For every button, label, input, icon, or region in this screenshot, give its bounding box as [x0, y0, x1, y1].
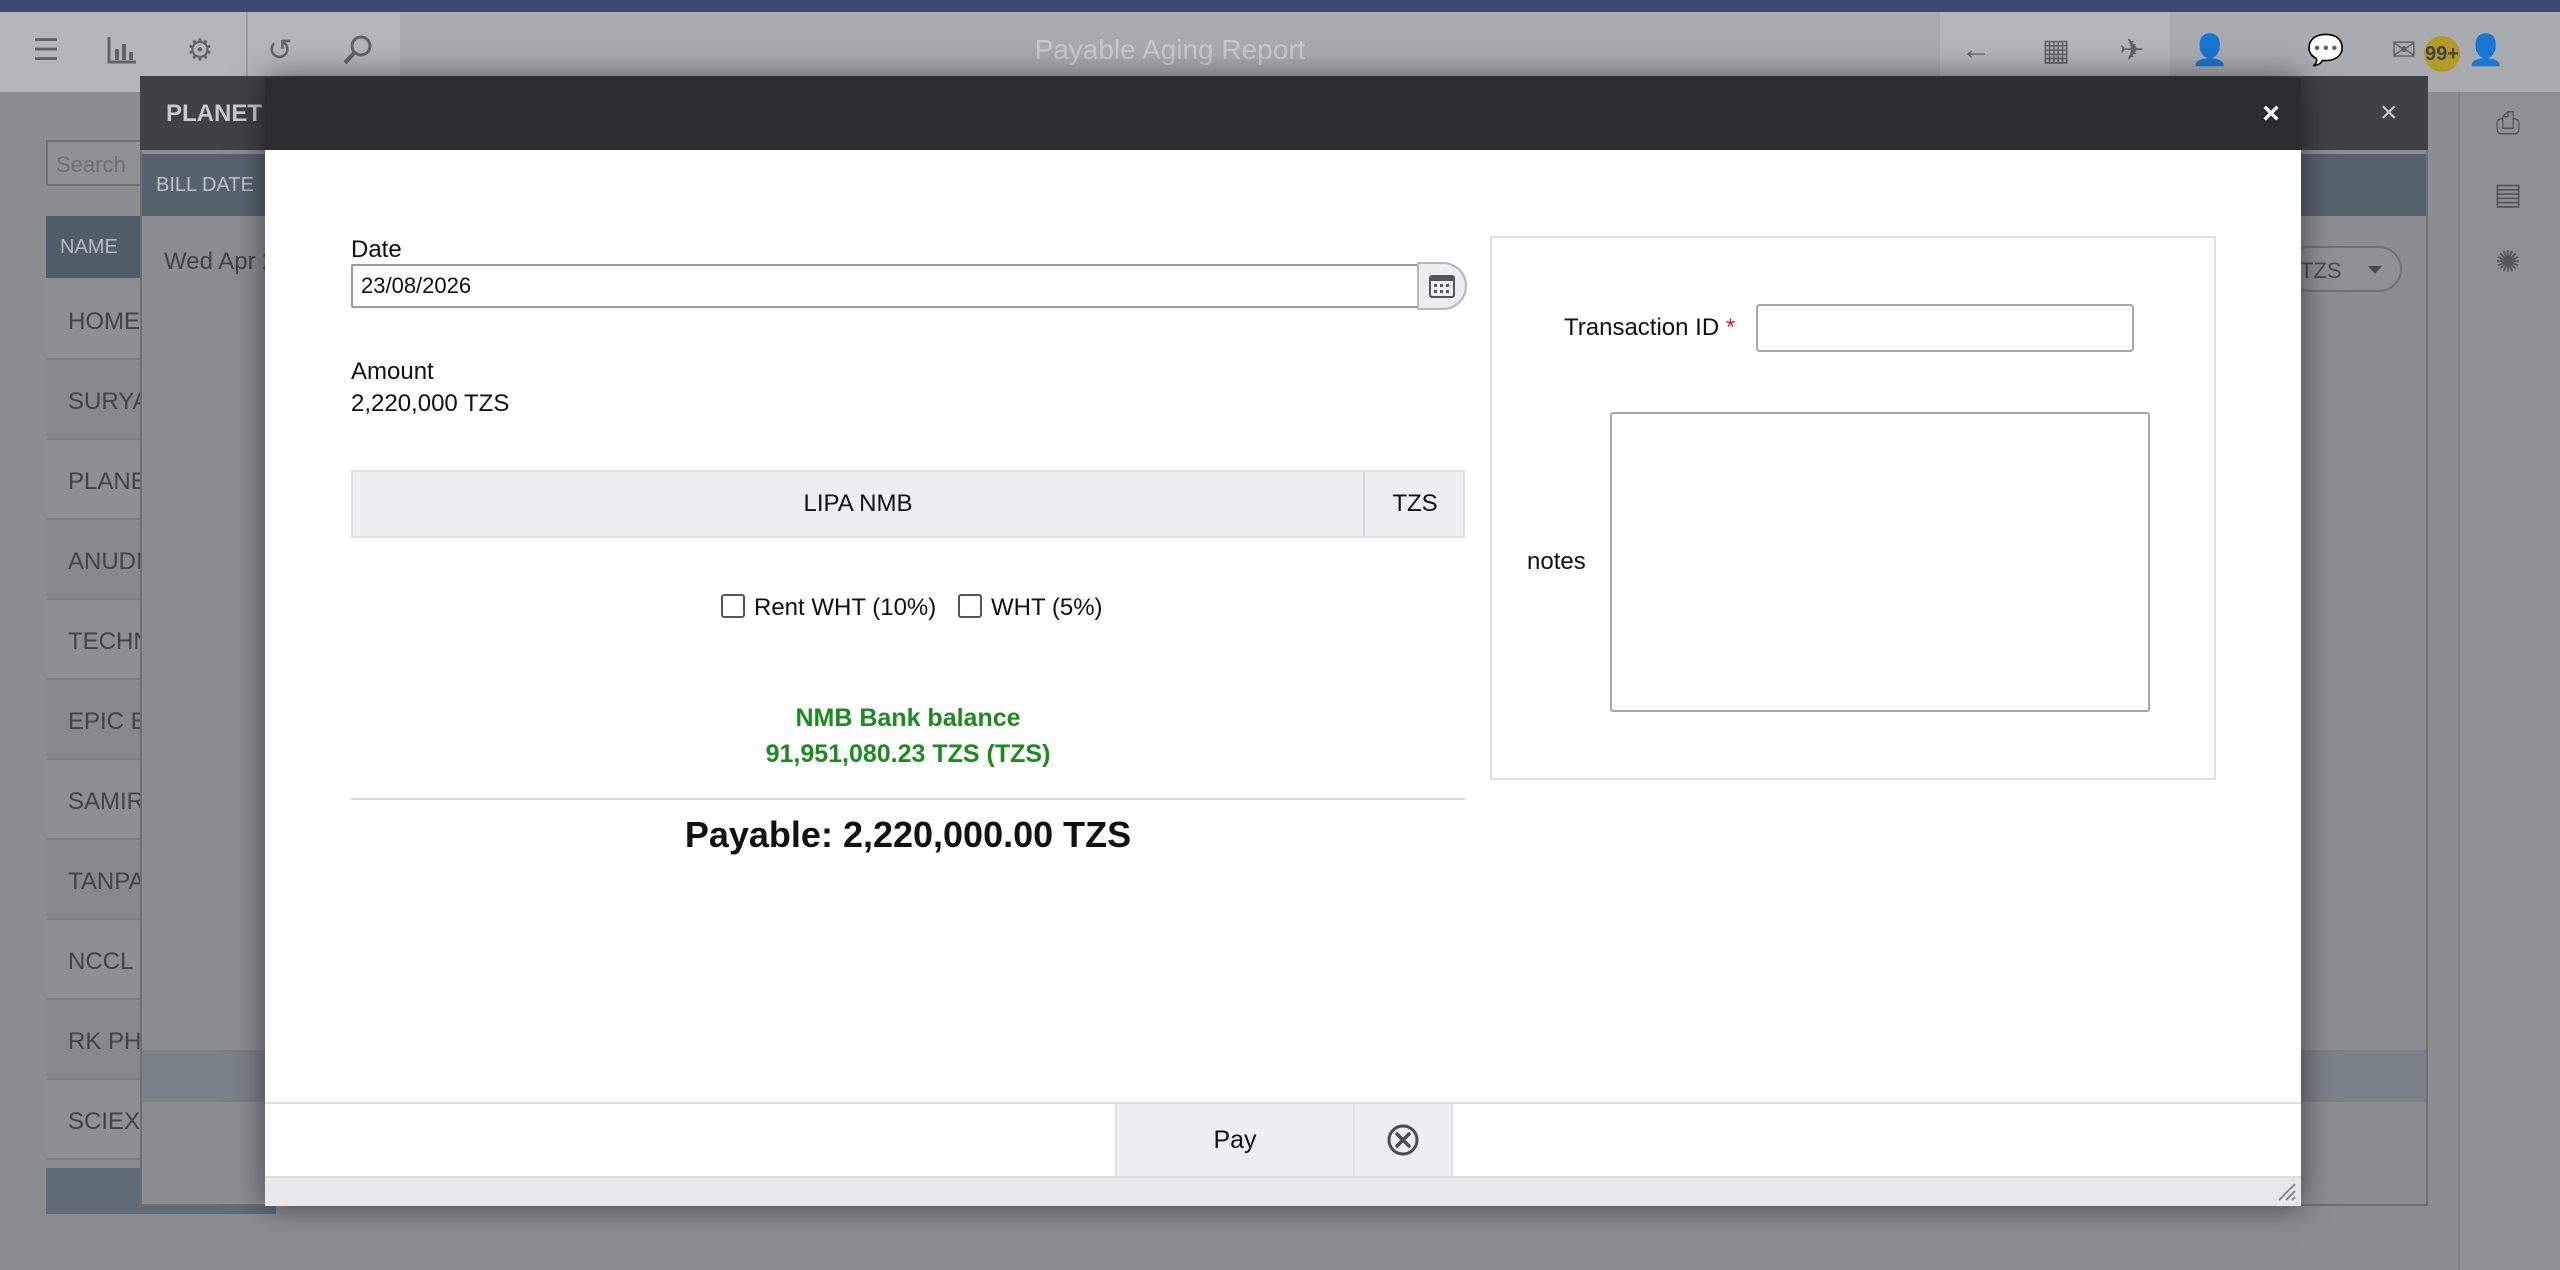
payment-method-table: LIPA NMB TZS	[351, 470, 1465, 538]
close-icon[interactable]: ×	[2253, 96, 2289, 132]
rent-wht-label: Rent WHT (10%)	[754, 594, 937, 621]
users-icon[interactable]: 👤	[2190, 30, 2230, 70]
notification-badge[interactable]: 99+	[2424, 36, 2460, 72]
date-label: Date	[351, 236, 402, 263]
vendor-bills-close-icon[interactable]: ×	[2380, 96, 2398, 130]
loading-icon[interactable]: ✺	[2490, 244, 2526, 280]
page-title: Payable Aging Report	[1034, 34, 1306, 65]
amount-label: Amount	[351, 358, 434, 385]
payable-divider	[351, 798, 1465, 800]
date-field[interactable]	[351, 264, 1421, 308]
wht-label: WHT (5%)	[991, 594, 1103, 621]
back-arrow-icon[interactable]: ←	[1956, 30, 1996, 70]
bill-date-column-header: BILL DATE	[156, 174, 254, 196]
notes-label: notes	[1527, 548, 1586, 575]
chat-icon[interactable]: 💬	[2306, 30, 2346, 70]
resize-grip-icon[interactable]	[2275, 1180, 2297, 1202]
transaction-id-label-text: Transaction ID	[1564, 314, 1720, 341]
bank-balance-title: NMB Bank balance	[795, 704, 1021, 732]
currency-select[interactable]: TZS	[2286, 246, 2402, 292]
rent-wht-checkbox[interactable]	[721, 594, 745, 618]
mail-icon[interactable]: ✉	[2384, 30, 2424, 70]
transaction-id-label: Transaction ID *	[1564, 314, 1735, 342]
payment-dialog-header	[265, 78, 2301, 150]
excel-icon[interactable]: ▤	[2490, 176, 2526, 212]
menu-icon[interactable]: ☰	[26, 30, 66, 70]
chart-icon[interactable]	[102, 30, 142, 70]
print-icon[interactable]: ⎙	[2490, 106, 2526, 142]
wht-checkbox[interactable]	[958, 594, 982, 618]
transaction-id-input[interactable]	[1756, 304, 2134, 352]
calendar-button[interactable]	[1417, 262, 1467, 310]
pay-button[interactable]: Pay	[1115, 1104, 1355, 1176]
dialog-bottom-bar	[265, 1176, 2301, 1206]
cancel-button[interactable]	[1355, 1104, 1453, 1176]
payable-total: Payable: 2,220,000.00 TZS	[684, 814, 1132, 855]
search-icon[interactable]	[338, 30, 378, 70]
settings-icon[interactable]: ⚙	[180, 30, 220, 70]
required-marker: *	[1725, 314, 1736, 341]
cancel-circle-icon	[1387, 1124, 1419, 1156]
calendar-icon	[1429, 275, 1455, 298]
payment-method-cell[interactable]: LIPA NMB	[353, 472, 1365, 536]
bill-date-cell: Wed Apr 2	[164, 248, 276, 275]
vendor-bills-dialog-title: PLANET	[166, 100, 262, 127]
bank-balance-value: 91,951,080.23 TZS (TZS)	[765, 740, 1051, 768]
history-icon[interactable]: ↺	[260, 30, 300, 70]
amount-value: 2,220,000 TZS	[351, 390, 510, 417]
payment-dialog: × Date Amount 2,220,000 TZS LIPA NMB TZS…	[265, 78, 2301, 1206]
window-top-strip	[0, 0, 2560, 12]
user-profile-icon[interactable]: 👤	[2466, 30, 2506, 70]
notes-textarea[interactable]	[1610, 412, 2150, 712]
payment-currency-cell: TZS	[1392, 490, 1438, 517]
rocket-icon[interactable]: ✈	[2112, 30, 2152, 70]
calculator-icon[interactable]: ▦	[2036, 30, 2076, 70]
